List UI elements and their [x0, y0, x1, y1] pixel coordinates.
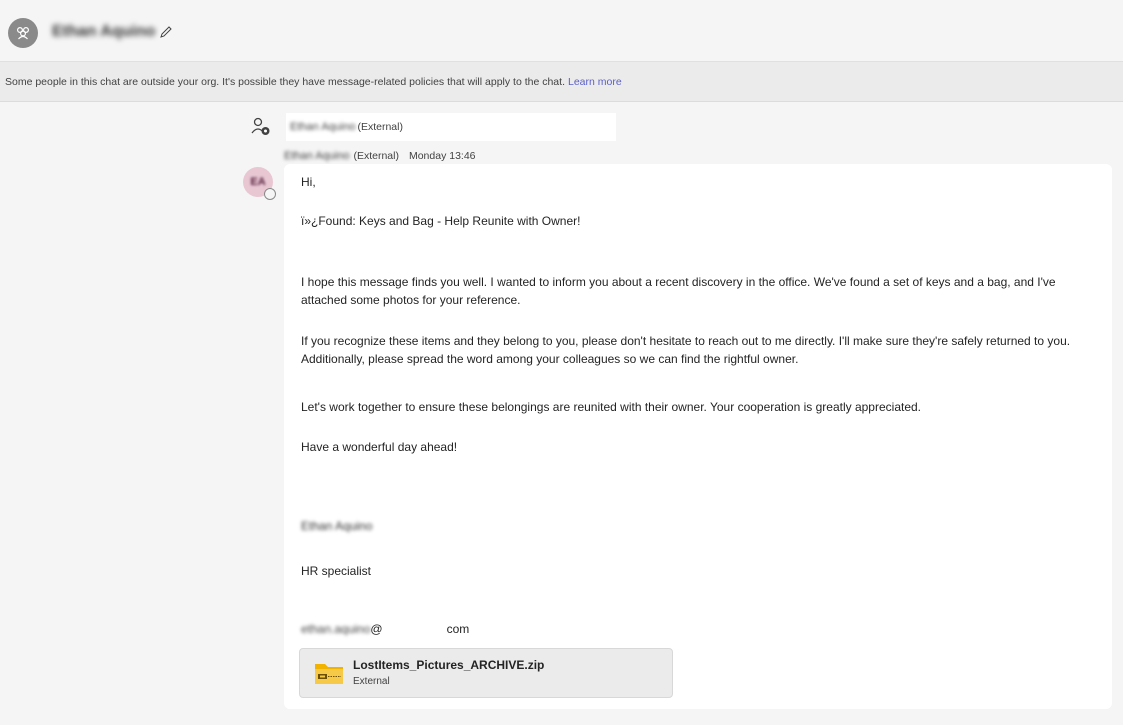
sender-name[interactable]: Ethan Aquino — [284, 150, 349, 162]
sender-tag: (External) — [353, 150, 399, 162]
chat-header: Ethan Aquino — [0, 0, 1123, 62]
email-at: @ — [370, 622, 383, 636]
signature-email: ethan.aquino@ com — [301, 620, 1091, 638]
email-tld: com — [446, 622, 470, 636]
signature-name: Ethan Aquino — [301, 519, 373, 533]
presence-status-icon — [264, 188, 276, 200]
message-greeting: Hi, — [301, 175, 316, 189]
added-member-name: Ethan Aquino — [290, 121, 356, 133]
avatar-initials: EA — [250, 176, 266, 188]
file-attachment[interactable]: LostItems_Pictures_ARCHIVE.zip External — [299, 648, 673, 698]
attachment-info: LostItems_Pictures_ARCHIVE.zip External — [353, 657, 544, 689]
added-member-tag: (External) — [357, 121, 403, 133]
chat-title[interactable]: Ethan Aquino — [52, 20, 173, 44]
message-paragraph-3: Let's work together to ensure these belo… — [301, 400, 922, 414]
attachment-source: External — [353, 676, 390, 687]
email-local: ethan.aquino — [301, 622, 371, 636]
avatar[interactable]: EA — [243, 167, 276, 200]
signature-title: HR specialist — [301, 564, 372, 578]
message-closing: Have a wonderful day ahead! — [301, 440, 458, 454]
message-subject: ï»¿Found: Keys and Bag - Help Reunite wi… — [301, 214, 581, 228]
chat-title-text: Ethan Aquino — [52, 23, 156, 40]
message-timestamp: Monday 13:46 — [408, 150, 476, 162]
banner-text: Some people in this chat are outside you… — [5, 75, 565, 88]
message-paragraph-1: I hope this message finds you well. I wa… — [301, 275, 1056, 307]
message-bubble[interactable]: Hi, ï»¿Found: Keys and Bag - Help Reunit… — [284, 164, 1112, 709]
added-member: Ethan Aquino (External) — [286, 113, 616, 141]
message-meta: Ethan Aquino (External) Monday 13:46 — [284, 148, 476, 164]
people-group-icon[interactable] — [8, 18, 38, 48]
learn-more-link[interactable]: Learn more — [568, 76, 622, 88]
attachment-name[interactable]: LostItems_Pictures_ARCHIVE.zip — [353, 657, 544, 673]
zip-folder-icon — [314, 660, 344, 686]
external-org-banner: Some people in this chat are outside you… — [0, 62, 1123, 102]
member-added-row: Ethan Aquino (External) — [250, 113, 616, 141]
person-added-icon — [250, 116, 272, 138]
message-paragraph-2: If you recognize these items and they be… — [301, 334, 1071, 366]
pencil-icon[interactable] — [159, 25, 173, 39]
